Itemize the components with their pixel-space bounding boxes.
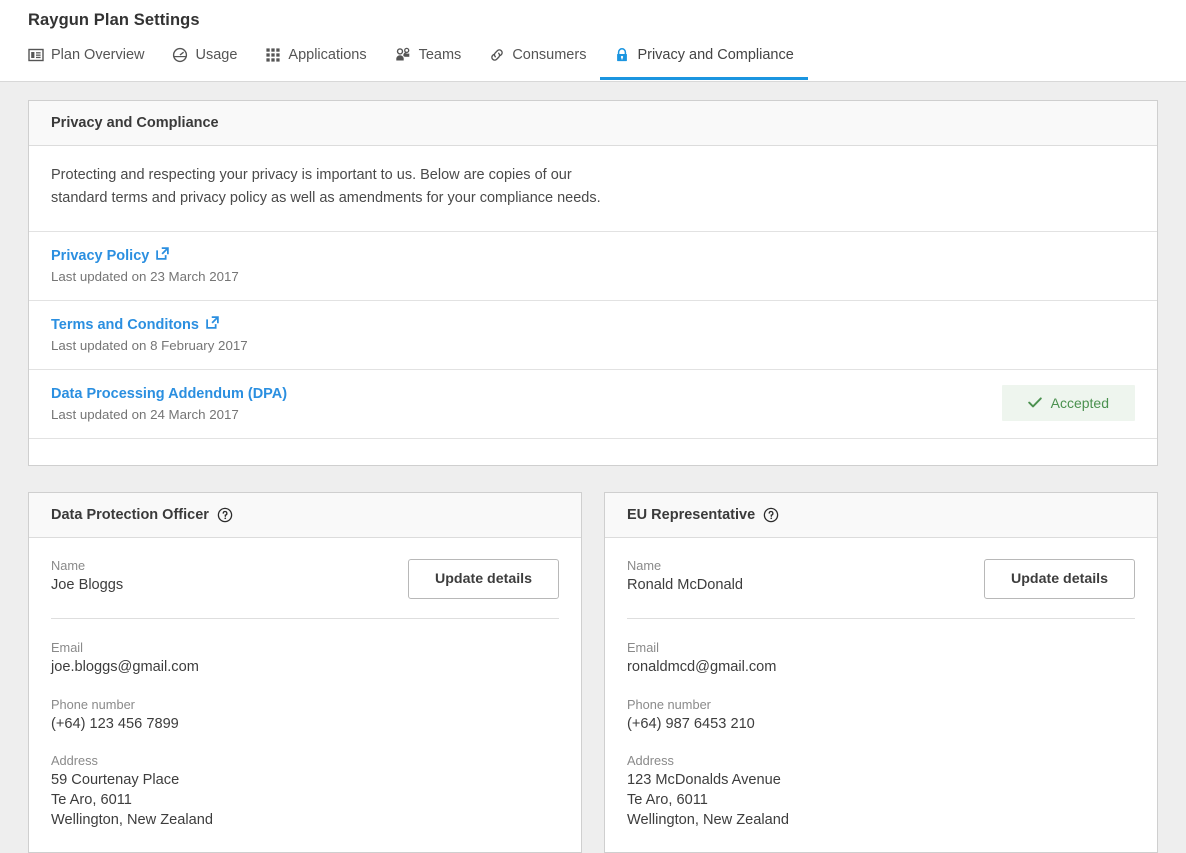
dpo-card-header: Data Protection Officer <box>29 493 581 538</box>
privacy-intro-text: Protecting and respecting your privacy i… <box>29 146 1157 232</box>
gauge-icon <box>172 47 188 63</box>
status-badge-accepted: Accepted <box>1002 385 1135 421</box>
privacy-intro-line-1: Protecting and respecting your privacy i… <box>51 164 1135 187</box>
link-icon <box>489 47 505 63</box>
eu-rep-card-header: EU Representative <box>605 493 1157 538</box>
dpo-card-title: Data Protection Officer <box>51 507 209 523</box>
tab-teams[interactable]: Teams <box>381 40 476 80</box>
dpa-updated: Last updated on 24 March 2017 <box>51 407 287 422</box>
document-row-terms-and-conditions: Terms and Conditons Last updated on 8 Fe… <box>29 301 1157 370</box>
data-protection-officer-card: Data Protection Officer Name Joe Bloggs … <box>28 492 582 853</box>
list-panel-icon <box>28 47 44 63</box>
terms-and-conditions-link[interactable]: Terms and Conditons <box>51 316 219 333</box>
eu-rep-phone-value: (+64) 987 6453 210 <box>627 715 1135 735</box>
dpo-name-value: Joe Bloggs <box>51 576 123 596</box>
people-icon <box>395 47 412 63</box>
privacy-policy-updated: Last updated on 23 March 2017 <box>51 269 239 284</box>
main-tab-bar: Plan Overview Usage <box>28 40 1158 80</box>
dpo-address-line-3: Wellington, New Zealand <box>51 811 559 831</box>
dpo-address-label: Address <box>51 753 559 768</box>
dpo-phone-label: Phone number <box>51 697 559 712</box>
dpo-email-field: Email joe.bloggs@gmail.com <box>51 640 559 678</box>
eu-rep-divider <box>627 618 1135 619</box>
external-link-icon <box>206 316 219 333</box>
privacy-policy-link[interactable]: Privacy Policy <box>51 247 169 264</box>
tab-plan-overview[interactable]: Plan Overview <box>28 40 158 80</box>
eu-rep-address-line-1: 123 McDonalds Avenue <box>627 771 1135 791</box>
eu-rep-name-row: Name Ronald McDonald Update details <box>627 558 1135 599</box>
eu-rep-name-value: Ronald McDonald <box>627 576 743 596</box>
dpo-name-row: Name Joe Bloggs Update details <box>51 558 559 599</box>
dpa-link[interactable]: Data Processing Addendum (DPA) <box>51 386 287 402</box>
tab-usage[interactable]: Usage <box>158 40 251 80</box>
eu-rep-update-details-button[interactable]: Update details <box>984 559 1135 599</box>
eu-rep-address-label: Address <box>627 753 1135 768</box>
tab-applications[interactable]: Applications <box>251 40 380 80</box>
privacy-compliance-card: Privacy and Compliance Protecting and re… <box>28 100 1158 466</box>
eu-representative-card: EU Representative Name Ronald McDonald U… <box>604 492 1158 853</box>
tab-label: Consumers <box>512 47 586 63</box>
dpa-link-label: Data Processing Addendum (DPA) <box>51 386 287 402</box>
external-link-icon <box>156 247 169 264</box>
document-row-privacy-policy: Privacy Policy Last updated on 23 March … <box>29 232 1157 301</box>
page-title: Raygun Plan Settings <box>28 0 1158 30</box>
dpo-address-line-1: 59 Courtenay Place <box>51 771 559 791</box>
grid-icon <box>265 47 281 63</box>
tab-label: Usage <box>195 47 237 63</box>
eu-rep-card-body: Name Ronald McDonald Update details Emai… <box>605 538 1157 852</box>
dpo-address-field: Address 59 Courtenay Place Te Aro, 6011 … <box>51 753 559 830</box>
eu-rep-email-label: Email <box>627 640 1135 655</box>
dpo-phone-field: Phone number (+64) 123 456 7899 <box>51 697 559 735</box>
dpo-card-body: Name Joe Bloggs Update details Email joe… <box>29 538 581 852</box>
dpo-update-details-button[interactable]: Update details <box>408 559 559 599</box>
app-header: Raygun Plan Settings Plan Overview <box>0 0 1186 82</box>
status-badge-label: Accepted <box>1051 395 1109 411</box>
contacts-row: Data Protection Officer Name Joe Bloggs … <box>28 492 1158 853</box>
dpo-email-label: Email <box>51 640 559 655</box>
tab-consumers[interactable]: Consumers <box>475 40 600 80</box>
dpo-divider <box>51 618 559 619</box>
dpo-phone-value: (+64) 123 456 7899 <box>51 715 559 735</box>
tab-label: Privacy and Compliance <box>637 47 793 63</box>
privacy-card-header: Privacy and Compliance <box>29 101 1157 146</box>
eu-rep-phone-label: Phone number <box>627 697 1135 712</box>
dpo-email-value: joe.bloggs@gmail.com <box>51 658 559 678</box>
privacy-card-title: Privacy and Compliance <box>51 115 219 131</box>
lock-icon <box>614 47 630 63</box>
terms-and-conditions-updated: Last updated on 8 February 2017 <box>51 338 248 353</box>
terms-and-conditions-link-label: Terms and Conditons <box>51 317 199 333</box>
tab-privacy-and-compliance[interactable]: Privacy and Compliance <box>600 40 807 80</box>
eu-rep-address-line-3: Wellington, New Zealand <box>627 811 1135 831</box>
eu-rep-name-label: Name <box>627 558 743 573</box>
document-row-dpa: Data Processing Addendum (DPA) Last upda… <box>29 370 1157 439</box>
help-circle-icon[interactable] <box>217 507 233 523</box>
main-content: Privacy and Compliance Protecting and re… <box>0 82 1186 853</box>
eu-rep-email-field: Email ronaldmcd@gmail.com <box>627 640 1135 678</box>
dpo-name-field: Name Joe Bloggs <box>51 558 123 596</box>
privacy-policy-link-label: Privacy Policy <box>51 248 149 264</box>
eu-rep-card-title: EU Representative <box>627 507 755 523</box>
eu-rep-email-value: ronaldmcd@gmail.com <box>627 658 1135 678</box>
check-icon <box>1028 395 1042 411</box>
privacy-card-footer <box>29 439 1157 465</box>
eu-rep-phone-field: Phone number (+64) 987 6453 210 <box>627 697 1135 735</box>
eu-rep-address-line-2: Te Aro, 6011 <box>627 791 1135 811</box>
eu-rep-name-field: Name Ronald McDonald <box>627 558 743 596</box>
dpo-name-label: Name <box>51 558 123 573</box>
tab-label: Plan Overview <box>51 47 144 63</box>
tab-label: Applications <box>288 47 366 63</box>
dpo-address-line-2: Te Aro, 6011 <box>51 791 559 811</box>
help-circle-icon[interactable] <box>763 507 779 523</box>
tab-label: Teams <box>419 47 462 63</box>
privacy-intro-line-2: standard terms and privacy policy as wel… <box>51 187 1135 210</box>
eu-rep-address-field: Address 123 McDonalds Avenue Te Aro, 601… <box>627 753 1135 830</box>
